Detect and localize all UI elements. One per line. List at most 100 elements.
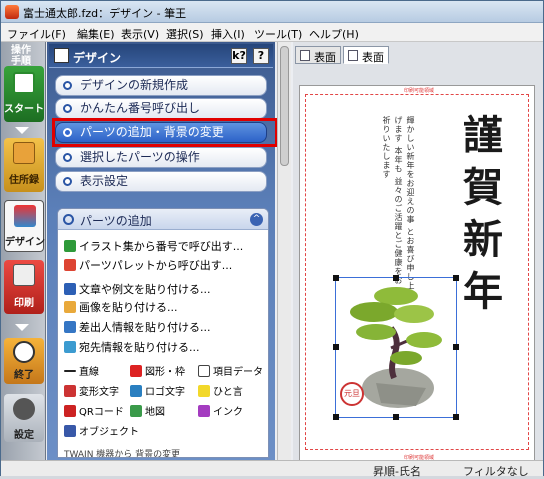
- paste-recipient-link[interactable]: 宛先情報を貼り付ける...: [64, 339, 200, 355]
- message-text[interactable]: 輝かしい新年をお迎えの事 とお喜び申し上げます 本年も 益々のご活躍とご健康をお…: [380, 116, 416, 296]
- object-tool[interactable]: オブジェクト: [64, 423, 139, 438]
- selected-parts-button[interactable]: 選択したパーツの操作: [55, 147, 267, 168]
- object-icon: [64, 425, 76, 437]
- radio-icon: [63, 153, 72, 162]
- tab-front-2[interactable]: 表面: [343, 46, 389, 64]
- printer-icon: [13, 264, 35, 286]
- design-pen-icon: [54, 48, 69, 63]
- menu-help[interactable]: ヘルプ(H): [309, 26, 359, 42]
- radio-icon: [63, 177, 72, 186]
- palette-icon: [64, 259, 76, 271]
- logo-text-tool[interactable]: ロゴ文字: [130, 383, 185, 398]
- app-window: 富士通太郎.fzd：デザイン - 筆王 ファイル(F) 編集(E) 表示(V) …: [0, 0, 544, 478]
- item-data-tool[interactable]: 項目データ: [198, 363, 263, 378]
- status-bar: 昇順-氏名 フィルタなし: [1, 460, 543, 478]
- design-icon: [14, 205, 36, 227]
- qr-code-icon: [64, 405, 76, 417]
- menu-view[interactable]: 表示(V): [121, 26, 159, 42]
- tip-button[interactable]: k?: [231, 48, 247, 64]
- resize-handle[interactable]: [453, 414, 459, 420]
- resize-handle[interactable]: [393, 275, 399, 281]
- collapse-icon[interactable]: ^: [250, 213, 263, 226]
- menu-insert[interactable]: 挿入(I): [211, 26, 245, 42]
- design-panel: デザイン k? ? デザインの新規作成 かんたん番号呼び出し パーツの追加・背景…: [47, 42, 275, 460]
- page-icon: [348, 50, 358, 61]
- side-tabs: 表面 表面: [293, 46, 543, 64]
- ink-tool[interactable]: インク: [198, 403, 243, 418]
- display-settings-button[interactable]: 表示設定: [55, 171, 267, 192]
- app-icon: [5, 5, 19, 19]
- resize-handle[interactable]: [333, 275, 339, 281]
- resize-handle[interactable]: [333, 344, 339, 350]
- deform-text-icon: [64, 385, 76, 397]
- scroll-thumb[interactable]: [280, 46, 289, 166]
- add-parts-section: パーツの追加 ^ イラスト集から番号で呼び出す... パーツパレットから呼び出す…: [57, 208, 269, 458]
- down-arrow-icon: [15, 127, 29, 134]
- start-icon: [13, 72, 35, 94]
- title-bar: 富士通太郎.fzd：デザイン - 筆王: [1, 1, 543, 23]
- speech-bubble-icon: [198, 385, 210, 397]
- menu-select[interactable]: 選択(S): [166, 26, 204, 42]
- logo-text-icon: [130, 385, 142, 397]
- highlight-frame: [52, 118, 278, 147]
- section-icon: [63, 214, 74, 225]
- step-print[interactable]: 印刷: [4, 260, 44, 314]
- postcard-canvas[interactable]: 印刷可能領域 印刷可能領域 謹賀新年 輝かしい新年をお迎えの事 とお喜び申し上げ…: [299, 85, 535, 463]
- parts-palette-link[interactable]: パーツパレットから呼び出す...: [64, 257, 232, 273]
- procedure-header: 操作 手順: [11, 45, 31, 67]
- resize-handle[interactable]: [453, 344, 459, 350]
- ink-icon: [198, 405, 210, 417]
- step-exit[interactable]: 終了: [4, 338, 44, 384]
- radio-icon: [63, 104, 72, 113]
- document-area: 表面 表面 印刷可能領域 印刷可能領域 謹賀新年 輝かしい新年をお迎えの事 とお…: [293, 42, 543, 463]
- filter-status: フィルタなし: [463, 465, 529, 478]
- tab-front-1[interactable]: 表面: [295, 46, 341, 64]
- wrench-icon: [13, 398, 35, 420]
- map-tool[interactable]: 地図: [130, 403, 165, 418]
- one-word-tool[interactable]: ひと言: [198, 383, 243, 398]
- step-start[interactable]: スタート: [4, 66, 44, 122]
- step-address-book[interactable]: 住所録: [4, 138, 44, 192]
- section-title: パーツの追加: [80, 214, 152, 228]
- qr-code-tool[interactable]: QRコード: [64, 403, 124, 418]
- step-design[interactable]: デザイン: [4, 200, 45, 252]
- line-icon: [64, 370, 76, 372]
- recipient-icon: [64, 341, 76, 353]
- deform-text-tool[interactable]: 変形文字: [64, 383, 119, 398]
- address-book-icon: [13, 142, 35, 164]
- sort-status: 昇順-氏名: [373, 465, 421, 478]
- menu-file[interactable]: ファイル(F): [7, 26, 66, 42]
- panel-title: デザイン: [73, 51, 122, 65]
- page-icon: [300, 50, 310, 61]
- panel-header: デザイン k? ?: [49, 44, 273, 68]
- new-design-button[interactable]: デザインの新規作成: [55, 75, 267, 96]
- illustration-number-link[interactable]: イラスト集から番号で呼び出す...: [64, 238, 243, 254]
- print-area-label-top: 印刷可能領域: [404, 88, 435, 94]
- new-year-stamp[interactable]: 元旦: [340, 382, 364, 406]
- settings-button[interactable]: 設定: [4, 394, 44, 442]
- down-arrow-icon: [15, 324, 29, 331]
- resize-handle[interactable]: [333, 414, 339, 420]
- window-title: 富士通太郎.fzd：デザイン - 筆王: [23, 7, 187, 20]
- shape-tool[interactable]: 図形・枠: [130, 363, 185, 378]
- line-tool[interactable]: 直線: [64, 363, 99, 378]
- procedure-bar: 操作 手順 スタート 住所録 デザイン 印刷 終了 設定: [1, 42, 46, 460]
- exit-icon: [13, 341, 35, 363]
- paste-sender-link[interactable]: 差出人情報を貼り付ける...: [64, 319, 211, 335]
- image-icon: [64, 301, 76, 313]
- menu-tools[interactable]: ツール(T): [254, 26, 302, 42]
- menu-edit[interactable]: 編集(E): [77, 26, 115, 42]
- paste-text-link[interactable]: 文章や例文を貼り付ける...: [64, 281, 211, 297]
- greeting-kanji[interactable]: 謹賀新年: [458, 110, 508, 318]
- sender-icon: [64, 321, 76, 333]
- resize-handle[interactable]: [453, 275, 459, 281]
- panel-scrollbar[interactable]: [277, 42, 291, 460]
- resize-handle[interactable]: [393, 414, 399, 420]
- number-call-button[interactable]: かんたん番号呼び出し: [55, 98, 267, 119]
- help-button[interactable]: ?: [253, 48, 269, 64]
- illustration-icon: [64, 240, 76, 252]
- text-icon: [64, 283, 76, 295]
- item-data-icon: [198, 365, 210, 377]
- paste-image-link[interactable]: 画像を貼り付ける...: [64, 299, 178, 315]
- cut-off-row[interactable]: TWAIN 機器から 背景の変更: [64, 447, 180, 457]
